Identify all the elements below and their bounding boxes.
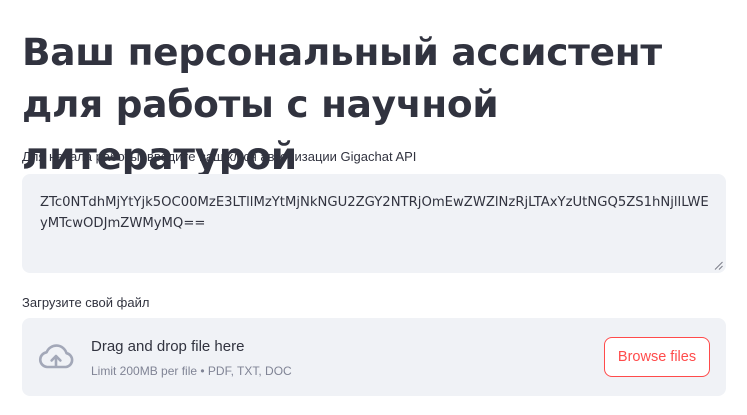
- dropzone-instructions: Drag and drop file here: [91, 338, 245, 355]
- file-dropzone[interactable]: Drag and drop file here Limit 200MB per …: [22, 318, 726, 396]
- api-key-textarea[interactable]: ZTc0NTdhMjYtYjk5OC00MzE3LTllMzYtMjNkNGU2…: [22, 174, 726, 273]
- api-key-label: Для начала работы, введите ваш ключ авто…: [22, 149, 417, 164]
- cloud-upload-icon: [38, 344, 74, 369]
- file-upload-label: Загрузите свой файл: [22, 295, 150, 310]
- dropzone-limits: Limit 200MB per file • PDF, TXT, DOC: [91, 364, 292, 378]
- api-key-value[interactable]: ZTc0NTdhMjYtYjk5OC00MzE3LTllMzYtMjNkNGU2…: [40, 192, 712, 263]
- resize-handle-icon[interactable]: [714, 261, 723, 270]
- browse-files-button[interactable]: Browse files: [604, 337, 710, 377]
